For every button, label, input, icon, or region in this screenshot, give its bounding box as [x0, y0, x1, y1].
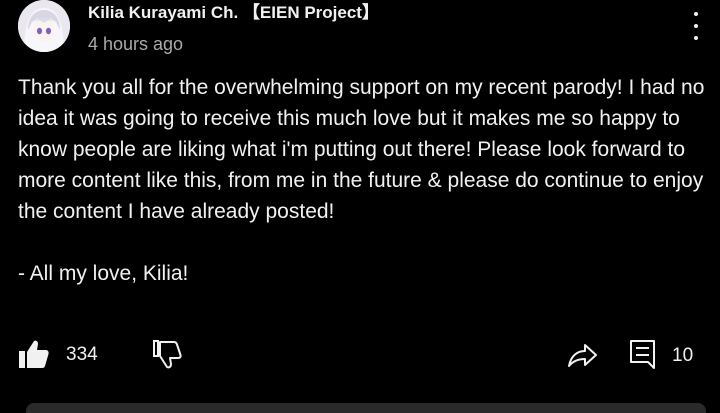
- bottom-sheet-edge: [26, 403, 706, 413]
- like-button[interactable]: [18, 339, 50, 369]
- share-icon: [568, 344, 597, 367]
- avatar[interactable]: [18, 0, 70, 52]
- author-name[interactable]: Kilia Kurayami Ch. 【EIEN Project】: [88, 0, 379, 23]
- like-count: 334: [66, 344, 98, 365]
- post-paragraph: Thank you all for the overwhelming suppo…: [18, 76, 705, 223]
- comment-icon: [630, 340, 655, 369]
- more-vertical-icon-dot: [694, 24, 698, 28]
- more-vertical-icon-dot: [694, 36, 698, 40]
- post-timestamp[interactable]: 4 hours ago: [88, 34, 183, 55]
- dislike-button[interactable]: [152, 339, 184, 369]
- share-button[interactable]: [566, 340, 598, 370]
- community-post: Kilia Kurayami Ch. 【EIEN Project】 4 hour…: [0, 0, 720, 413]
- more-options-button[interactable]: [684, 12, 708, 40]
- post-body: Thank you all for the overwhelming suppo…: [18, 72, 708, 289]
- post-signature: - All my love, Kilia!: [18, 262, 189, 285]
- thumbs-up-icon: [19, 340, 49, 368]
- comments-button[interactable]: [628, 338, 658, 370]
- thumbs-down-icon: [153, 340, 182, 369]
- more-vertical-icon: [694, 12, 698, 16]
- comment-count: 10: [672, 345, 694, 366]
